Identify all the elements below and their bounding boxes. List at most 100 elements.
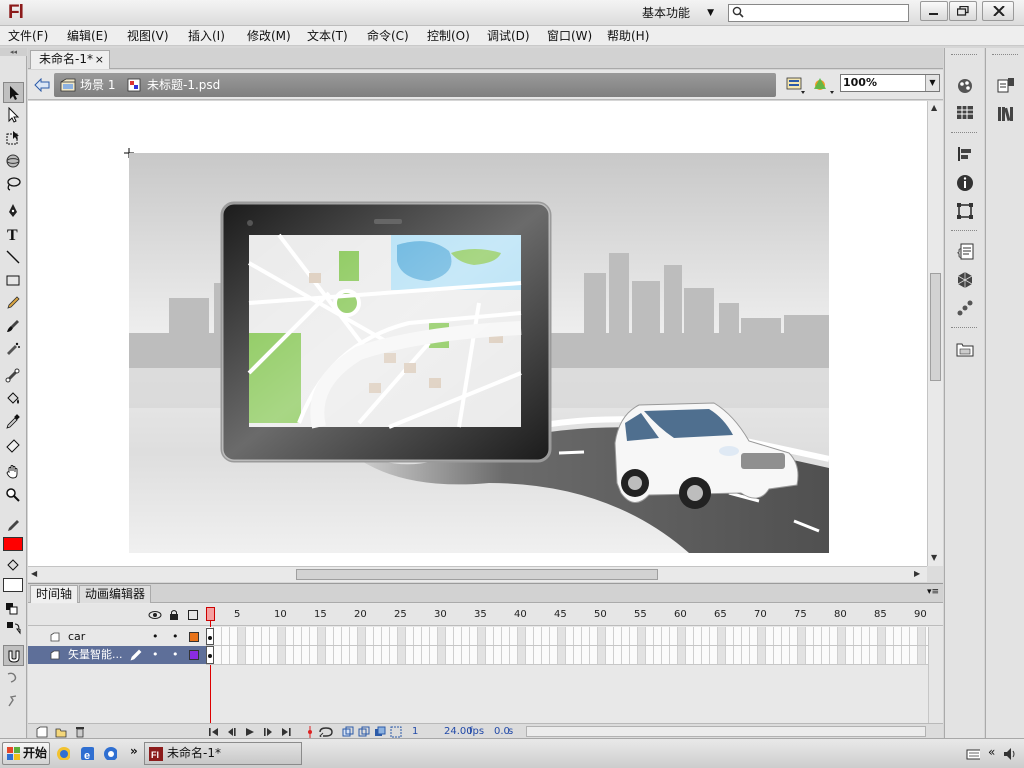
current-frame-readout[interactable]: 1 bbox=[412, 726, 418, 737]
menu-insert[interactable]: 插入(I) bbox=[188, 28, 225, 44]
step-back-icon[interactable] bbox=[226, 727, 238, 737]
motion-presets-button[interactable] bbox=[954, 297, 976, 319]
keyframe[interactable] bbox=[206, 646, 214, 664]
layer-row-car[interactable]: car • • bbox=[28, 628, 206, 646]
swap-colors-tool[interactable] bbox=[3, 618, 24, 639]
minimize-button[interactable] bbox=[920, 1, 948, 21]
actions-panel-button[interactable]: { bbox=[954, 241, 976, 263]
edit-symbols-icon[interactable] bbox=[785, 75, 807, 95]
project-panel-button[interactable] bbox=[954, 338, 976, 360]
lock-all-icon[interactable] bbox=[169, 609, 179, 621]
menu-edit[interactable]: 编辑(E) bbox=[67, 28, 108, 44]
timeline-horizontal-scrollbar[interactable] bbox=[526, 726, 926, 737]
brush-tool[interactable] bbox=[3, 316, 24, 337]
info-panel-button[interactable] bbox=[954, 172, 976, 194]
selection-tool[interactable] bbox=[3, 82, 24, 103]
layer-outline-color[interactable] bbox=[189, 632, 199, 642]
swatches-panel-button[interactable] bbox=[954, 102, 976, 124]
menu-text[interactable]: 文本(T) bbox=[307, 28, 348, 44]
frames-grid[interactable] bbox=[206, 627, 928, 665]
restore-button[interactable] bbox=[949, 1, 977, 21]
help-search-box[interactable] bbox=[728, 4, 909, 22]
lasso-tool[interactable] bbox=[3, 174, 24, 195]
close-window-button[interactable] bbox=[982, 1, 1014, 21]
play-icon[interactable] bbox=[244, 727, 256, 737]
layer-outline-color[interactable] bbox=[189, 650, 199, 660]
fill-color-tool[interactable] bbox=[3, 556, 24, 577]
layer-row-vector[interactable]: 矢量智能... • • bbox=[28, 646, 206, 664]
onion-skin-outlines-icon[interactable] bbox=[358, 726, 370, 738]
stage-vertical-scrollbar[interactable]: ▲ ▼ bbox=[927, 101, 943, 566]
eyedropper-tool[interactable] bbox=[3, 412, 24, 433]
panel-collapse-strip[interactable]: ◂◂ bbox=[0, 48, 27, 56]
edit-scene-icon[interactable] bbox=[812, 75, 836, 95]
line-tool[interactable] bbox=[3, 247, 24, 268]
subselection-tool[interactable] bbox=[3, 105, 24, 126]
scroll-left-icon[interactable]: ◀ bbox=[31, 569, 37, 578]
delete-layer-icon[interactable] bbox=[74, 726, 86, 738]
components-panel-button[interactable] bbox=[954, 269, 976, 291]
taskbar-window-button[interactable]: Fl 未命名-1* bbox=[144, 742, 302, 765]
eraser-tool[interactable] bbox=[3, 435, 24, 456]
breadcrumb-symbol[interactable]: 未标题-1.psd bbox=[147, 77, 220, 93]
panel-grip[interactable] bbox=[951, 230, 977, 234]
ie-quicklaunch-icon[interactable]: e bbox=[80, 746, 94, 760]
loop-icon[interactable] bbox=[318, 727, 334, 737]
straighten-tool[interactable] bbox=[3, 691, 24, 712]
deco-tool[interactable] bbox=[3, 339, 24, 360]
align-panel-button[interactable] bbox=[954, 143, 976, 165]
last-frame-icon[interactable] bbox=[280, 727, 292, 737]
scroll-up-icon[interactable]: ▲ bbox=[931, 103, 937, 112]
stage-horizontal-scrollbar[interactable]: ◀ ▶ bbox=[28, 566, 927, 582]
free-transform-tool[interactable] bbox=[3, 128, 24, 149]
panel-menu-icon[interactable]: ▾≡ bbox=[927, 587, 939, 597]
zoom-tool[interactable] bbox=[3, 485, 24, 506]
text-tool[interactable]: T bbox=[3, 224, 24, 245]
vertical-scroll-thumb[interactable] bbox=[930, 273, 941, 381]
fill-color-swatch[interactable] bbox=[3, 578, 23, 592]
volume-tray-icon[interactable] bbox=[1002, 746, 1016, 760]
paint-bucket-tool[interactable] bbox=[3, 389, 24, 410]
menu-modify[interactable]: 修改(M) bbox=[247, 28, 291, 44]
scroll-down-icon[interactable]: ▼ bbox=[931, 553, 937, 562]
keyframe[interactable] bbox=[206, 628, 214, 645]
taskbar-more-chevron[interactable]: » bbox=[130, 744, 138, 758]
back-arrow-icon[interactable] bbox=[34, 78, 50, 92]
show-hide-all-icon[interactable] bbox=[148, 610, 162, 620]
new-layer-icon[interactable] bbox=[36, 726, 48, 738]
center-frame-icon[interactable] bbox=[304, 726, 316, 738]
smooth-tool[interactable] bbox=[3, 668, 24, 689]
edit-multiple-frames-icon[interactable] bbox=[374, 726, 386, 738]
horizontal-scroll-thumb[interactable] bbox=[296, 569, 658, 580]
snap-to-objects-tool[interactable] bbox=[3, 645, 24, 666]
menu-help[interactable]: 帮助(H) bbox=[607, 28, 649, 44]
stroke-color-swatch[interactable] bbox=[3, 537, 23, 551]
menu-window[interactable]: 窗口(W) bbox=[547, 28, 592, 44]
close-tab-icon[interactable]: × bbox=[95, 51, 104, 68]
breadcrumb-scene[interactable]: 场景 1 bbox=[80, 77, 115, 93]
menu-control[interactable]: 控制(O) bbox=[427, 28, 470, 44]
outline-all-icon[interactable] bbox=[188, 610, 198, 620]
panel-grip[interactable] bbox=[951, 132, 977, 136]
zoom-select[interactable]: 100% ▼ bbox=[840, 74, 940, 92]
keyboard-tray-icon[interactable] bbox=[966, 747, 980, 761]
layer-lock-dot[interactable]: • bbox=[172, 628, 179, 646]
panel-grip[interactable] bbox=[992, 54, 1018, 58]
menu-view[interactable]: 视图(V) bbox=[127, 28, 169, 44]
tab-timeline[interactable]: 时间轴 bbox=[30, 585, 79, 603]
scroll-right-icon[interactable]: ▶ bbox=[914, 569, 920, 578]
layer-visibility-dot[interactable]: • bbox=[152, 628, 159, 646]
start-button[interactable]: 开始 bbox=[2, 742, 50, 765]
hand-tool[interactable] bbox=[3, 462, 24, 483]
timeline-scrollbar[interactable] bbox=[928, 627, 943, 723]
pen-tool[interactable] bbox=[3, 201, 24, 222]
rectangle-tool[interactable] bbox=[3, 270, 24, 291]
tab-motion-editor[interactable]: 动画编辑器 bbox=[79, 585, 152, 603]
tray-expand-chevron[interactable]: « bbox=[988, 745, 995, 759]
library-panel-button[interactable] bbox=[995, 103, 1017, 125]
browser-quicklaunch-icon[interactable] bbox=[56, 746, 70, 760]
stroke-color-tool[interactable] bbox=[3, 516, 24, 537]
menu-debug[interactable]: 调试(D) bbox=[487, 28, 530, 44]
onion-skin-icon[interactable] bbox=[342, 726, 354, 738]
menu-file[interactable]: 文件(F) bbox=[8, 28, 48, 44]
